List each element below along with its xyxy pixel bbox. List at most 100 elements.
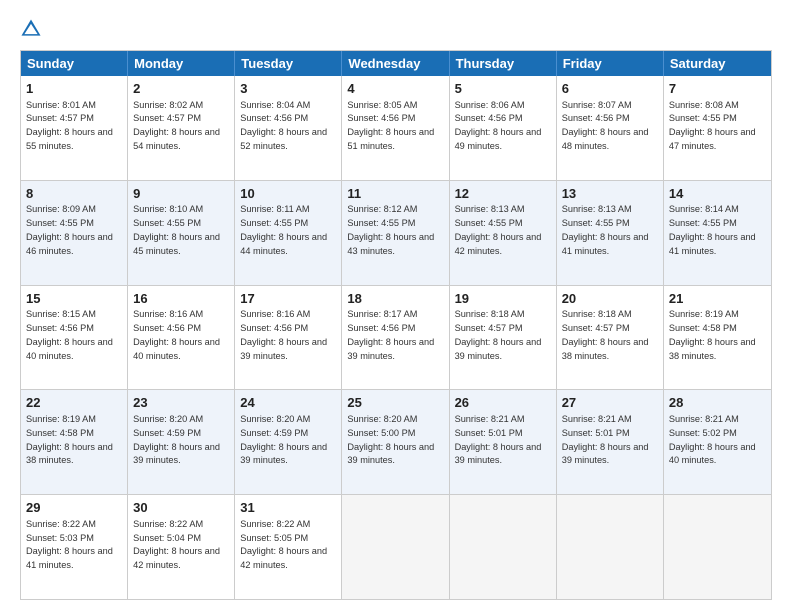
day-number: 28	[669, 394, 766, 412]
day-number: 26	[455, 394, 551, 412]
weekday-header: Wednesday	[342, 51, 449, 76]
day-number: 2	[133, 80, 229, 98]
day-number: 13	[562, 185, 658, 203]
calendar-cell: 1 Sunrise: 8:01 AMSunset: 4:57 PMDaylight…	[21, 76, 128, 180]
day-number: 7	[669, 80, 766, 98]
calendar: SundayMondayTuesdayWednesdayThursdayFrid…	[20, 50, 772, 600]
calendar-header: SundayMondayTuesdayWednesdayThursdayFrid…	[21, 51, 771, 76]
day-number: 8	[26, 185, 122, 203]
day-info: Sunrise: 8:20 AMSunset: 4:59 PMDaylight:…	[133, 414, 220, 465]
calendar-row: 15Sunrise: 8:15 AMSunset: 4:56 PMDayligh…	[21, 285, 771, 390]
day-info: Sunrise: 8:21 AMSunset: 5:01 PMDaylight:…	[455, 414, 542, 465]
day-info: Sunrise: 8:18 AMSunset: 4:57 PMDaylight:…	[562, 309, 649, 360]
day-number: 31	[240, 499, 336, 517]
logo	[20, 18, 46, 40]
calendar-cell: 31Sunrise: 8:22 AMSunset: 5:05 PMDayligh…	[235, 495, 342, 599]
day-number: 11	[347, 185, 443, 203]
calendar-cell: 26 Sunrise: 8:21 AMSunset: 5:01 PMDayligh…	[450, 390, 557, 494]
day-number: 22	[26, 394, 122, 412]
calendar-row: 8Sunrise: 8:09 AMSunset: 4:55 PMDaylight…	[21, 180, 771, 285]
calendar-cell: 14Sunrise: 8:14 AMSunset: 4:55 PMDayligh…	[664, 181, 771, 285]
day-number: 19	[455, 290, 551, 308]
day-number: 15	[26, 290, 122, 308]
day-info: Sunrise: 8:19 AMSunset: 4:58 PMDaylight:…	[669, 309, 756, 360]
calendar-row: 29 Sunrise: 8:22 AMSunset: 5:03 PMDayligh…	[21, 494, 771, 599]
day-info: Sunrise: 8:22 AMSunset: 5:03 PMDaylight:…	[26, 519, 113, 570]
calendar-cell: 13Sunrise: 8:13 AMSunset: 4:55 PMDayligh…	[557, 181, 664, 285]
calendar-cell	[664, 495, 771, 599]
day-info: Sunrise: 8:22 AMSunset: 5:04 PMDaylight:…	[133, 519, 220, 570]
day-info: Sunrise: 8:20 AMSunset: 4:59 PMDaylight:…	[240, 414, 327, 465]
weekday-header: Friday	[557, 51, 664, 76]
day-number: 27	[562, 394, 658, 412]
day-info: Sunrise: 8:02 AMSunset: 4:57 PMDaylight:…	[133, 100, 220, 151]
weekday-header: Tuesday	[235, 51, 342, 76]
day-info: Sunrise: 8:01 AMSunset: 4:57 PMDaylight:…	[26, 100, 113, 151]
calendar-cell: 22 Sunrise: 8:19 AMSunset: 4:58 PMDayligh…	[21, 390, 128, 494]
weekday-header: Monday	[128, 51, 235, 76]
day-info: Sunrise: 8:16 AMSunset: 4:56 PMDaylight:…	[240, 309, 327, 360]
calendar-cell: 9Sunrise: 8:10 AMSunset: 4:55 PMDaylight…	[128, 181, 235, 285]
logo-icon	[20, 18, 42, 40]
calendar-cell: 4 Sunrise: 8:05 AMSunset: 4:56 PMDaylight…	[342, 76, 449, 180]
calendar-cell	[342, 495, 449, 599]
calendar-cell: 11Sunrise: 8:12 AMSunset: 4:55 PMDayligh…	[342, 181, 449, 285]
day-number: 20	[562, 290, 658, 308]
day-info: Sunrise: 8:14 AMSunset: 4:55 PMDaylight:…	[669, 204, 756, 255]
day-info: Sunrise: 8:21 AMSunset: 5:02 PMDaylight:…	[669, 414, 756, 465]
day-number: 1	[26, 80, 122, 98]
day-info: Sunrise: 8:09 AMSunset: 4:55 PMDaylight:…	[26, 204, 113, 255]
calendar-cell: 6Sunrise: 8:07 AMSunset: 4:56 PMDaylight…	[557, 76, 664, 180]
calendar-cell: 18Sunrise: 8:17 AMSunset: 4:56 PMDayligh…	[342, 286, 449, 390]
day-number: 29	[26, 499, 122, 517]
day-number: 6	[562, 80, 658, 98]
day-info: Sunrise: 8:19 AMSunset: 4:58 PMDaylight:…	[26, 414, 113, 465]
calendar-cell: 5 Sunrise: 8:06 AMSunset: 4:56 PMDaylight…	[450, 76, 557, 180]
day-info: Sunrise: 8:13 AMSunset: 4:55 PMDaylight:…	[562, 204, 649, 255]
header	[20, 18, 772, 40]
calendar-cell: 8Sunrise: 8:09 AMSunset: 4:55 PMDaylight…	[21, 181, 128, 285]
day-info: Sunrise: 8:04 AMSunset: 4:56 PMDaylight:…	[240, 100, 327, 151]
day-info: Sunrise: 8:18 AMSunset: 4:57 PMDaylight:…	[455, 309, 542, 360]
day-info: Sunrise: 8:10 AMSunset: 4:55 PMDaylight:…	[133, 204, 220, 255]
weekday-header: Saturday	[664, 51, 771, 76]
day-info: Sunrise: 8:16 AMSunset: 4:56 PMDaylight:…	[133, 309, 220, 360]
day-number: 5	[455, 80, 551, 98]
day-info: Sunrise: 8:13 AMSunset: 4:55 PMDaylight:…	[455, 204, 542, 255]
day-number: 16	[133, 290, 229, 308]
day-number: 9	[133, 185, 229, 203]
day-number: 4	[347, 80, 443, 98]
calendar-cell: 10Sunrise: 8:11 AMSunset: 4:55 PMDayligh…	[235, 181, 342, 285]
day-info: Sunrise: 8:17 AMSunset: 4:56 PMDaylight:…	[347, 309, 434, 360]
day-number: 23	[133, 394, 229, 412]
day-number: 21	[669, 290, 766, 308]
day-info: Sunrise: 8:05 AMSunset: 4:56 PMDaylight:…	[347, 100, 434, 151]
day-number: 30	[133, 499, 229, 517]
weekday-header: Sunday	[21, 51, 128, 76]
day-info: Sunrise: 8:21 AMSunset: 5:01 PMDaylight:…	[562, 414, 649, 465]
day-number: 14	[669, 185, 766, 203]
day-info: Sunrise: 8:06 AMSunset: 4:56 PMDaylight:…	[455, 100, 542, 151]
calendar-cell: 19Sunrise: 8:18 AMSunset: 4:57 PMDayligh…	[450, 286, 557, 390]
day-info: Sunrise: 8:20 AMSunset: 5:00 PMDaylight:…	[347, 414, 434, 465]
calendar-cell: 30 Sunrise: 8:22 AMSunset: 5:04 PMDayligh…	[128, 495, 235, 599]
day-info: Sunrise: 8:12 AMSunset: 4:55 PMDaylight:…	[347, 204, 434, 255]
calendar-cell: 20Sunrise: 8:18 AMSunset: 4:57 PMDayligh…	[557, 286, 664, 390]
calendar-cell: 27 Sunrise: 8:21 AMSunset: 5:01 PMDayligh…	[557, 390, 664, 494]
calendar-cell	[450, 495, 557, 599]
day-number: 12	[455, 185, 551, 203]
day-info: Sunrise: 8:08 AMSunset: 4:55 PMDaylight:…	[669, 100, 756, 151]
calendar-cell: 28 Sunrise: 8:21 AMSunset: 5:02 PMDayligh…	[664, 390, 771, 494]
calendar-cell: 15Sunrise: 8:15 AMSunset: 4:56 PMDayligh…	[21, 286, 128, 390]
day-number: 18	[347, 290, 443, 308]
calendar-cell	[557, 495, 664, 599]
calendar-cell: 21Sunrise: 8:19 AMSunset: 4:58 PMDayligh…	[664, 286, 771, 390]
day-info: Sunrise: 8:15 AMSunset: 4:56 PMDaylight:…	[26, 309, 113, 360]
day-info: Sunrise: 8:11 AMSunset: 4:55 PMDaylight:…	[240, 204, 327, 255]
day-number: 3	[240, 80, 336, 98]
calendar-cell: 25Sunrise: 8:20 AMSunset: 5:00 PMDayligh…	[342, 390, 449, 494]
calendar-cell: 2 Sunrise: 8:02 AMSunset: 4:57 PMDaylight…	[128, 76, 235, 180]
calendar-row: 1 Sunrise: 8:01 AMSunset: 4:57 PMDaylight…	[21, 76, 771, 180]
day-number: 24	[240, 394, 336, 412]
calendar-row: 22 Sunrise: 8:19 AMSunset: 4:58 PMDayligh…	[21, 389, 771, 494]
